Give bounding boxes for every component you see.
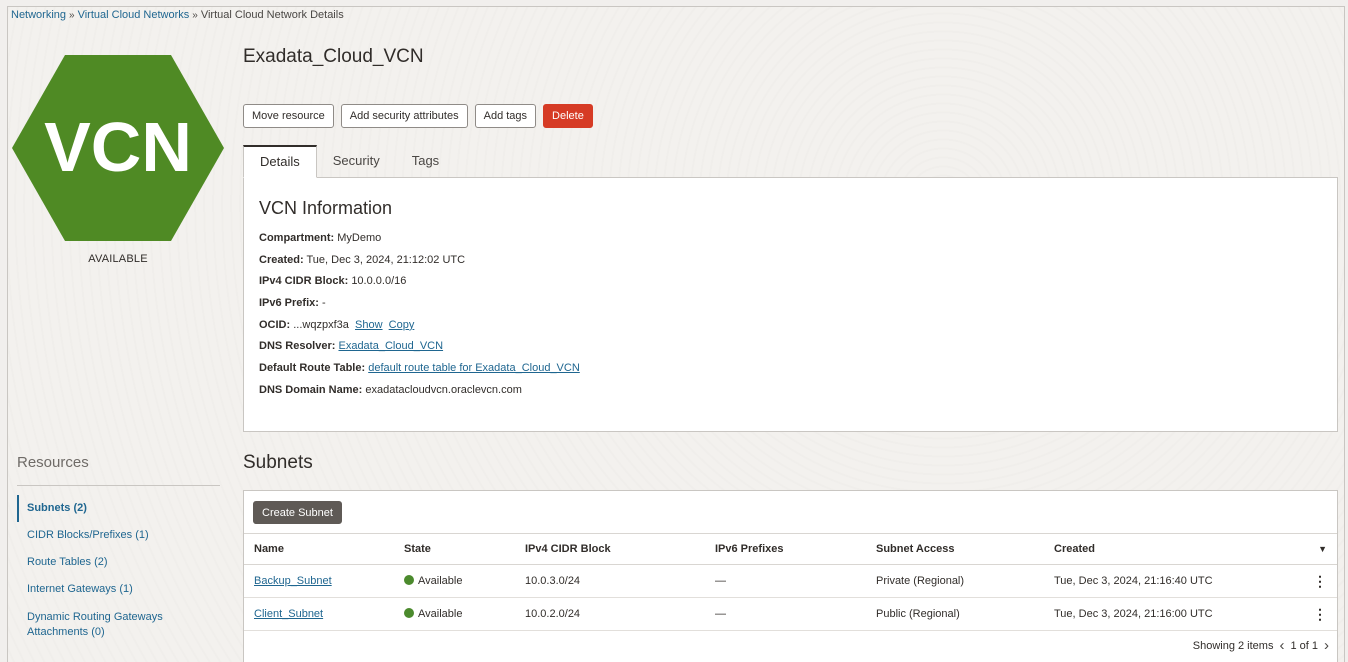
created-row: Created: Tue, Dec 3, 2024, 21:12:02 UTC <box>259 252 580 274</box>
subnet-access: Public (Regional) <box>866 597 1044 631</box>
dns-domain-label: DNS Domain Name: <box>259 383 363 396</box>
showing-count: Showing 2 items <box>1192 639 1274 652</box>
column-header-ipv6[interactable]: IPv6 Prefixes <box>705 533 866 565</box>
subnet-state: Available <box>418 608 463 620</box>
table-row: Backup_Subnet Available 10.0.3.0/24 — Pr… <box>244 564 1337 598</box>
tab-tags[interactable]: Tags <box>396 145 455 178</box>
subnet-name-cell: Client_Subnet <box>244 597 394 631</box>
route-table-label: Default Route Table: <box>259 362 366 375</box>
vcn-info-list: Compartment: MyDemo Created: Tue, Dec 3,… <box>259 230 580 404</box>
subnets-table: Name State IPv4 CIDR Block IPv6 Prefixes… <box>244 533 1337 631</box>
resource-item-internet-gateways[interactable]: Internet Gateways (1) <box>17 576 222 603</box>
column-header-access[interactable]: Subnet Access <box>866 533 1044 565</box>
breadcrumb-separator: » <box>69 10 75 21</box>
dns-domain-value: exadatacloudvcn.oraclevcn.com <box>365 383 522 396</box>
subnet-ipv6: — <box>705 564 866 598</box>
ocid-show-link[interactable]: Show <box>355 319 383 331</box>
resources-divider <box>17 485 220 486</box>
breadcrumb-current: Virtual Cloud Network Details <box>200 9 344 21</box>
subnets-title: Subnets <box>243 452 313 473</box>
subnet-ipv4: 10.0.3.0/24 <box>515 564 705 598</box>
column-header-state[interactable]: State <box>394 533 515 565</box>
create-subnet-button[interactable]: Create Subnet <box>253 501 342 524</box>
ipv6-value: - <box>321 297 326 310</box>
subnet-name-link[interactable]: Client_Subnet <box>254 608 323 620</box>
status-label: AVAILABLE <box>88 253 148 265</box>
subnet-name-cell: Backup_Subnet <box>244 564 394 598</box>
column-header-created[interactable]: Created <box>1044 533 1302 565</box>
breadcrumb-networking[interactable]: Networking <box>11 9 66 21</box>
ipv6-label: IPv6 Prefix: <box>259 297 319 310</box>
row-actions-icon[interactable]: ⋮ <box>1302 597 1337 631</box>
add-security-attributes-button[interactable]: Add security attributes <box>340 104 468 128</box>
vcn-information-heading: VCN Information <box>259 198 393 218</box>
subnet-name-link[interactable]: Backup_Subnet <box>254 575 332 587</box>
column-header-name[interactable]: Name <box>244 533 394 565</box>
dns-resolver-link[interactable]: Exadata_Cloud_VCN <box>338 340 443 352</box>
action-bar: Move resource Add security attributes Ad… <box>243 104 593 128</box>
status-dot-icon <box>404 575 414 585</box>
subnet-state-cell: Available <box>394 597 515 631</box>
ocid-row: OCID: ...wqzpxf3a Show Copy <box>259 317 580 339</box>
details-panel: VCN Information Compartment: MyDemo Crea… <box>243 177 1338 432</box>
compartment-row: Compartment: MyDemo <box>259 230 580 252</box>
ocid-copy-link[interactable]: Copy <box>389 319 415 331</box>
subnet-ipv4: 10.0.2.0/24 <box>515 597 705 631</box>
subnet-ipv6: — <box>705 597 866 631</box>
tab-bar: Details Security Tags <box>243 145 455 178</box>
row-actions-icon[interactable]: ⋮ <box>1302 564 1337 598</box>
subnet-state-cell: Available <box>394 564 515 598</box>
dns-resolver-row: DNS Resolver: Exadata_Cloud_VCN <box>259 338 580 360</box>
created-label: Created: <box>259 253 304 266</box>
pagination: Showing 2 items ‹ 1 of 1 › <box>1193 637 1329 654</box>
created-value: Tue, Dec 3, 2024, 21:12:02 UTC <box>306 253 466 266</box>
dns-resolver-label: DNS Resolver: <box>259 340 336 353</box>
status-dot-icon <box>404 608 414 618</box>
delete-button[interactable]: Delete <box>543 104 593 128</box>
subnet-state: Available <box>418 575 463 587</box>
route-table-link[interactable]: default route table for Exadata_Cloud_VC… <box>368 362 580 374</box>
tab-details[interactable]: Details <box>243 145 317 178</box>
breadcrumb-vcns[interactable]: Virtual Cloud Networks <box>78 9 190 21</box>
dns-domain-row: DNS Domain Name: exadatacloudvcn.oraclev… <box>259 382 580 404</box>
column-picker-icon[interactable]: ▼ <box>1302 533 1337 565</box>
ipv4-row: IPv4 CIDR Block: 10.0.0.0/16 <box>259 273 580 295</box>
resource-item-drg-attachments[interactable]: Dynamic Routing Gateways Attachments (0) <box>17 603 222 646</box>
resources-heading: Resources <box>17 454 89 471</box>
hexagon-icon: VCN <box>12 55 224 241</box>
compartment-label: Compartment: <box>259 232 335 244</box>
route-table-row: Default Route Table: default route table… <box>259 360 580 382</box>
ipv6-row: IPv6 Prefix: - <box>259 295 580 317</box>
prev-page-icon[interactable]: ‹ <box>1279 637 1284 654</box>
resource-item-cidr-blocks[interactable]: CIDR Blocks/Prefixes (1) <box>17 522 222 549</box>
move-resource-button[interactable]: Move resource <box>243 104 334 128</box>
vcn-badge-text: VCN <box>44 108 192 186</box>
table-row: Client_Subnet Available 10.0.2.0/24 — Pu… <box>244 597 1337 631</box>
next-page-icon[interactable]: › <box>1324 637 1329 654</box>
add-tags-button[interactable]: Add tags <box>474 104 537 128</box>
breadcrumb-separator: » <box>192 10 198 21</box>
vcn-badge: VCN <box>12 55 224 241</box>
resource-item-subnets[interactable]: Subnets (2) <box>17 495 222 522</box>
ocid-label: OCID: <box>259 318 291 331</box>
ocid-value: ...wqzpxf3a <box>293 318 349 331</box>
page-indicator: 1 of 1 <box>1290 639 1318 652</box>
subnet-access: Private (Regional) <box>866 564 1044 598</box>
page-title: Exadata_Cloud_VCN <box>243 46 424 67</box>
subnets-panel: Create Subnet Name State IPv4 CIDR Block… <box>243 490 1338 662</box>
ipv4-label: IPv4 CIDR Block: <box>259 275 349 288</box>
resource-item-route-tables[interactable]: Route Tables (2) <box>17 549 222 576</box>
subnet-created: Tue, Dec 3, 2024, 21:16:00 UTC <box>1044 597 1302 631</box>
compartment-value: MyDemo <box>337 232 382 244</box>
ipv4-value: 10.0.0.0/16 <box>351 275 407 288</box>
tab-security[interactable]: Security <box>317 145 396 178</box>
breadcrumb: Networking» Virtual Cloud Networks» Virtua… <box>11 9 344 21</box>
subnet-created: Tue, Dec 3, 2024, 21:16:40 UTC <box>1044 564 1302 598</box>
table-header-row: Name State IPv4 CIDR Block IPv6 Prefixes… <box>244 533 1337 565</box>
column-header-ipv4[interactable]: IPv4 CIDR Block <box>515 533 705 565</box>
resources-list: Subnets (2) CIDR Blocks/Prefixes (1) Rou… <box>17 495 222 646</box>
